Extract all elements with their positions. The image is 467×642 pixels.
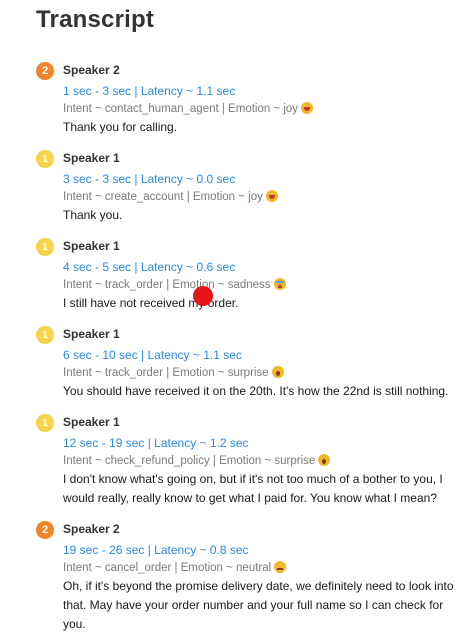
speaker-name: Speaker 2 — [63, 522, 120, 536]
speaker-badge: 1 — [36, 150, 54, 168]
surprise-emoji-icon — [271, 366, 284, 378]
intent-emotion-text: Intent ~ create_account | Emotion ~ joy — [63, 191, 263, 203]
intent-emotion: Intent ~ contact_human_agent | Emotion ~… — [63, 100, 464, 118]
intent-emotion-text: Intent ~ track_order | Emotion ~ sadness — [63, 279, 271, 291]
speaker-badge: 1 — [36, 238, 54, 256]
intent-emotion-text: Intent ~ track_order | Emotion ~ surpris… — [63, 367, 269, 379]
utterance-text: Oh, if it's beyond the promise delivery … — [63, 579, 454, 631]
timing-latency: 1 sec - 3 sec | Latency ~ 1.1 sec — [63, 84, 236, 98]
utterance-text: I still have not received my order. — [63, 296, 239, 310]
transcript-entry: 2 Speaker 2 19 sec - 26 sec | Latency ~ … — [36, 521, 464, 634]
timing-latency: 4 sec - 5 sec | Latency ~ 0.6 sec — [63, 260, 236, 274]
intent-emotion: Intent ~ track_order | Emotion ~ surpris… — [63, 364, 464, 382]
speaker-badge: 1 — [36, 326, 54, 344]
cursor-marker — [193, 286, 213, 306]
sad-emoji-icon — [273, 278, 286, 290]
utterance-text: Thank you for calling. — [63, 120, 178, 134]
speaker-badge: 1 — [36, 414, 54, 432]
intent-emotion: Intent ~ check_refund_policy | Emotion ~… — [63, 452, 464, 470]
transcript-entry: 1 Speaker 1 6 sec - 10 sec | Latency ~ 1… — [36, 326, 464, 401]
utterance-text: You should have received it on the 20th.… — [63, 384, 449, 398]
timing-latency: 12 sec - 19 sec | Latency ~ 1.2 sec — [63, 436, 249, 450]
intent-emotion: Intent ~ cancel_order | Emotion ~ neutra… — [63, 559, 464, 577]
timing-latency: 6 sec - 10 sec | Latency ~ 1.1 sec — [63, 348, 242, 362]
speaker-badge: 2 — [36, 521, 54, 539]
page-title: Transcript — [36, 6, 155, 33]
transcript-entry: 1 Speaker 1 4 sec - 5 sec | Latency ~ 0.… — [36, 238, 464, 313]
timing-latency: 3 sec - 3 sec | Latency ~ 0.0 sec — [63, 172, 236, 186]
joy-emoji-icon — [265, 190, 278, 202]
neutral-emoji-icon — [274, 561, 287, 573]
transcript-entry: 1 Speaker 1 12 sec - 19 sec | Latency ~ … — [36, 414, 464, 508]
speaker-name: Speaker 2 — [63, 63, 120, 77]
speaker-name: Speaker 1 — [63, 415, 120, 429]
intent-emotion: Intent ~ track_order | Emotion ~ sadness — [63, 276, 464, 294]
speaker-badge: 2 — [36, 62, 54, 80]
speaker-name: Speaker 1 — [63, 239, 120, 253]
speaker-name: Speaker 1 — [63, 327, 120, 341]
transcript-entry: 2 Speaker 2 1 sec - 3 sec | Latency ~ 1.… — [36, 62, 464, 137]
utterance-text: Thank you. — [63, 208, 123, 222]
intent-emotion-text: Intent ~ contact_human_agent | Emotion ~… — [63, 103, 299, 115]
speaker-name: Speaker 1 — [63, 151, 120, 165]
joy-emoji-icon — [301, 102, 314, 114]
intent-emotion: Intent ~ create_account | Emotion ~ joy — [63, 188, 464, 206]
utterance-text: I don't know what's going on, but if it'… — [63, 472, 443, 505]
intent-emotion-text: Intent ~ check_refund_policy | Emotion ~… — [63, 455, 316, 467]
transcript-entry: 1 Speaker 1 3 sec - 3 sec | Latency ~ 0.… — [36, 150, 464, 225]
timing-latency: 19 sec - 26 sec | Latency ~ 0.8 sec — [63, 543, 249, 557]
surprise-emoji-icon — [318, 454, 331, 466]
intent-emotion-text: Intent ~ cancel_order | Emotion ~ neutra… — [63, 562, 272, 574]
